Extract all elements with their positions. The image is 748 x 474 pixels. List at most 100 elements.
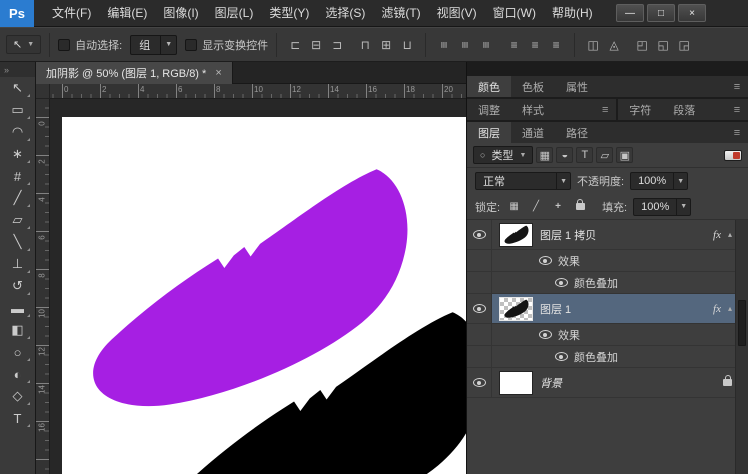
- panel-collapse-icon[interactable]: »: [0, 62, 35, 77]
- tab-layers[interactable]: 图层: [467, 122, 511, 143]
- eye-icon[interactable]: [539, 330, 552, 339]
- visibility-toggle[interactable]: [467, 294, 492, 323]
- healing-brush-tool[interactable]: ▱: [4, 209, 32, 231]
- panel-menu-icon[interactable]: ≡: [726, 99, 748, 120]
- layer-filter-toggle[interactable]: [724, 150, 742, 161]
- show-transform-checkbox[interactable]: [185, 39, 197, 51]
- eye-icon[interactable]: [555, 352, 568, 361]
- tab-character[interactable]: 字符: [618, 99, 662, 120]
- distribute-horizontal-centers-button[interactable]: ≡: [525, 35, 545, 55]
- shape-layer-filter-icon[interactable]: ▱: [596, 147, 613, 163]
- align-bottom-edges-button[interactable]: ⊔: [397, 35, 417, 55]
- lasso-tool[interactable]: ◠: [4, 121, 32, 143]
- history-brush-tool[interactable]: ↺: [4, 275, 32, 297]
- collapse-effects-icon[interactable]: ▴: [728, 230, 732, 239]
- layer-row-background[interactable]: 背景: [467, 368, 748, 398]
- menu-layer[interactable]: 图层(L): [207, 0, 262, 26]
- opacity-field[interactable]: 100% ▼: [630, 172, 688, 190]
- horizontal-ruler[interactable]: 0 2 4 6 8 10 12 14 16 18 20: [50, 84, 466, 99]
- align-left-edges-button[interactable]: ⊏: [285, 35, 305, 55]
- quick-selection-tool[interactable]: ∗: [4, 143, 32, 165]
- auto-select-mode-dropdown[interactable]: 组 ▼: [130, 35, 177, 55]
- tab-channels[interactable]: 通道: [511, 122, 555, 143]
- eye-icon[interactable]: [539, 256, 552, 265]
- 3d-mode-button-3[interactable]: ◲: [674, 35, 694, 55]
- visibility-toggle[interactable]: [467, 368, 492, 397]
- layer-thumbnail[interactable]: [499, 297, 533, 321]
- menu-select[interactable]: 选择(S): [317, 0, 373, 26]
- lock-transparent-pixels-icon[interactable]: ▦: [506, 199, 522, 215]
- 3d-mode-button-2[interactable]: ◱: [653, 35, 673, 55]
- collapse-effects-icon[interactable]: ▴: [728, 304, 732, 313]
- blur-tool[interactable]: ○: [4, 341, 32, 363]
- effects-row[interactable]: 效果: [467, 250, 748, 272]
- menu-edit[interactable]: 编辑(E): [99, 0, 155, 26]
- eyedropper-tool[interactable]: ╱: [4, 187, 32, 209]
- menu-type[interactable]: 类型(Y): [261, 0, 317, 26]
- scrollbar-thumb[interactable]: [738, 300, 746, 346]
- adjustment-layer-filter-icon[interactable]: ◒: [556, 147, 573, 163]
- clone-stamp-tool[interactable]: ⊥: [4, 253, 32, 275]
- 3d-mode-button-1[interactable]: ◰: [632, 35, 652, 55]
- smart-object-filter-icon[interactable]: ▣: [616, 147, 633, 163]
- menu-view[interactable]: 视图(V): [429, 0, 485, 26]
- tab-styles[interactable]: 样式: [511, 99, 555, 120]
- layer-row-layer1-selected[interactable]: 图层 1 fx ▴: [467, 294, 748, 324]
- fx-icon[interactable]: fx: [713, 303, 721, 315]
- distribute-top-edges-button[interactable]: ≡: [434, 35, 454, 55]
- menu-help[interactable]: 帮助(H): [544, 0, 601, 26]
- panel-menu-icon[interactable]: ≡: [726, 122, 748, 143]
- distribute-right-edges-button[interactable]: ≡: [546, 35, 566, 55]
- tab-adjustments[interactable]: 调整: [467, 99, 511, 120]
- align-top-edges-button[interactable]: ⊓: [355, 35, 375, 55]
- menu-image[interactable]: 图像(I): [155, 0, 206, 26]
- pixel-layer-filter-icon[interactable]: ▦: [536, 147, 553, 163]
- fx-icon[interactable]: fx: [713, 229, 721, 241]
- type-tool[interactable]: T: [4, 407, 32, 429]
- menu-filter[interactable]: 滤镜(T): [373, 0, 428, 26]
- eraser-tool[interactable]: ▬: [4, 297, 32, 319]
- align-vertical-centers-button[interactable]: ⊞: [376, 35, 396, 55]
- distribute-vertical-centers-button[interactable]: ≡: [455, 35, 475, 55]
- menu-window[interactable]: 窗口(W): [485, 0, 544, 26]
- lock-position-icon[interactable]: +: [550, 199, 566, 215]
- brush-tool[interactable]: ╲: [4, 231, 32, 253]
- auto-blend-layers-button[interactable]: ◬: [604, 35, 624, 55]
- dodge-tool[interactable]: ◐: [4, 363, 32, 385]
- tab-paragraph[interactable]: 段落: [662, 99, 706, 120]
- align-right-edges-button[interactable]: ⊐: [327, 35, 347, 55]
- marquee-tool[interactable]: ▭: [4, 99, 32, 121]
- color-overlay-row[interactable]: 颜色叠加: [467, 272, 748, 294]
- layers-scrollbar[interactable]: [735, 220, 748, 474]
- close-tab-icon[interactable]: ×: [215, 67, 221, 79]
- layer-filter-dropdown[interactable]: ○ 类型 ▼: [473, 146, 533, 164]
- auto-align-layers-button[interactable]: ◫: [583, 35, 603, 55]
- tab-swatches[interactable]: 色板: [511, 76, 555, 97]
- minimize-button[interactable]: —: [616, 4, 644, 22]
- maximize-button[interactable]: □: [647, 4, 675, 22]
- effects-row[interactable]: 效果: [467, 324, 748, 346]
- distribute-left-edges-button[interactable]: ≡: [504, 35, 524, 55]
- type-layer-filter-icon[interactable]: T: [576, 147, 593, 163]
- auto-select-checkbox[interactable]: [58, 39, 70, 51]
- tab-properties[interactable]: 属性: [555, 76, 599, 97]
- close-button[interactable]: ×: [678, 4, 706, 22]
- color-overlay-row[interactable]: 颜色叠加: [467, 346, 748, 368]
- panel-menu-icon[interactable]: ≡: [726, 76, 748, 97]
- eye-icon[interactable]: [555, 278, 568, 287]
- align-horizontal-centers-button[interactable]: ⊟: [306, 35, 326, 55]
- layer-row-layer1-copy[interactable]: 图层 1 拷贝 fx ▴: [467, 220, 748, 250]
- tool-preset-dropdown[interactable]: ↖ ▼: [6, 35, 41, 54]
- layer-thumbnail[interactable]: [499, 223, 533, 247]
- crop-tool[interactable]: #: [4, 165, 32, 187]
- tab-paths[interactable]: 路径: [555, 122, 599, 143]
- lock-image-pixels-icon[interactable]: ╱: [528, 199, 544, 215]
- lock-all-icon[interactable]: [572, 199, 588, 215]
- fill-field[interactable]: 100% ▼: [633, 198, 691, 216]
- canvas[interactable]: [62, 117, 466, 474]
- vertical-ruler[interactable]: 0 2 4 6 8 10 12 14 16: [36, 99, 50, 474]
- blend-mode-dropdown[interactable]: 正常 ▼: [475, 172, 571, 190]
- distribute-bottom-edges-button[interactable]: ≡: [476, 35, 496, 55]
- layer-thumbnail[interactable]: [499, 371, 533, 395]
- menu-file[interactable]: 文件(F): [44, 0, 99, 26]
